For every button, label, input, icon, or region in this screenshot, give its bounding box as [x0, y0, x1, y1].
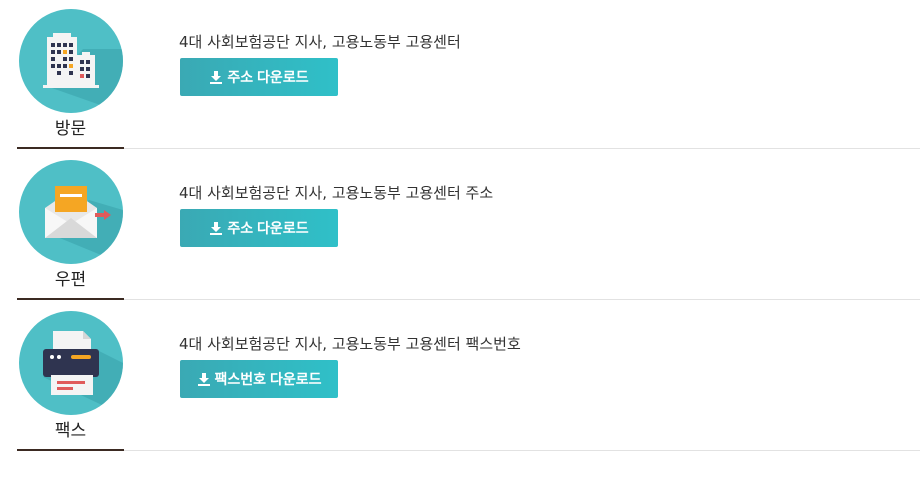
caption-visit: 방문	[54, 119, 87, 139]
mail-row: 우편 4대 사회보험공단 지사, 고용노동부 고용센터 주소 주소 다운로드	[0, 151, 920, 302]
caption-mail: 우편	[54, 270, 87, 290]
description-fax: 4대 사회보험공단 지사, 고용노동부 고용센터 팩스번호	[179, 335, 521, 353]
button-label: 주소 다운로드	[227, 220, 309, 236]
caption-fax: 팩스	[54, 421, 87, 441]
divider-accent	[17, 147, 124, 149]
divider	[17, 299, 920, 300]
fax-icon	[19, 311, 123, 415]
description-visit: 4대 사회보험공단 지사, 고용노동부 고용센터	[179, 33, 461, 51]
divider	[17, 148, 920, 149]
button-label: 주소 다운로드	[227, 69, 309, 85]
download-icon	[210, 222, 223, 235]
download-icon	[210, 71, 223, 84]
visit-row: 방문 4대 사회보험공단 지사, 고용노동부 고용센터 주소 다운로드	[0, 0, 920, 151]
download-icon	[197, 373, 210, 386]
button-label: 팩스번호 다운로드	[214, 371, 322, 387]
divider-accent	[17, 449, 124, 451]
divider	[17, 450, 920, 451]
description-mail: 4대 사회보험공단 지사, 고용노동부 고용센터 주소	[179, 184, 494, 202]
fax-row: 팩스 4대 사회보험공단 지사, 고용노동부 고용센터 팩스번호 팩스번호 다운…	[0, 302, 920, 453]
building-icon	[19, 9, 123, 113]
envelope-icon	[19, 160, 123, 264]
mail-address-download-button[interactable]: 주소 다운로드	[180, 209, 338, 247]
divider-accent	[17, 298, 124, 300]
fax-number-download-button[interactable]: 팩스번호 다운로드	[180, 360, 338, 398]
address-download-button[interactable]: 주소 다운로드	[180, 58, 338, 96]
